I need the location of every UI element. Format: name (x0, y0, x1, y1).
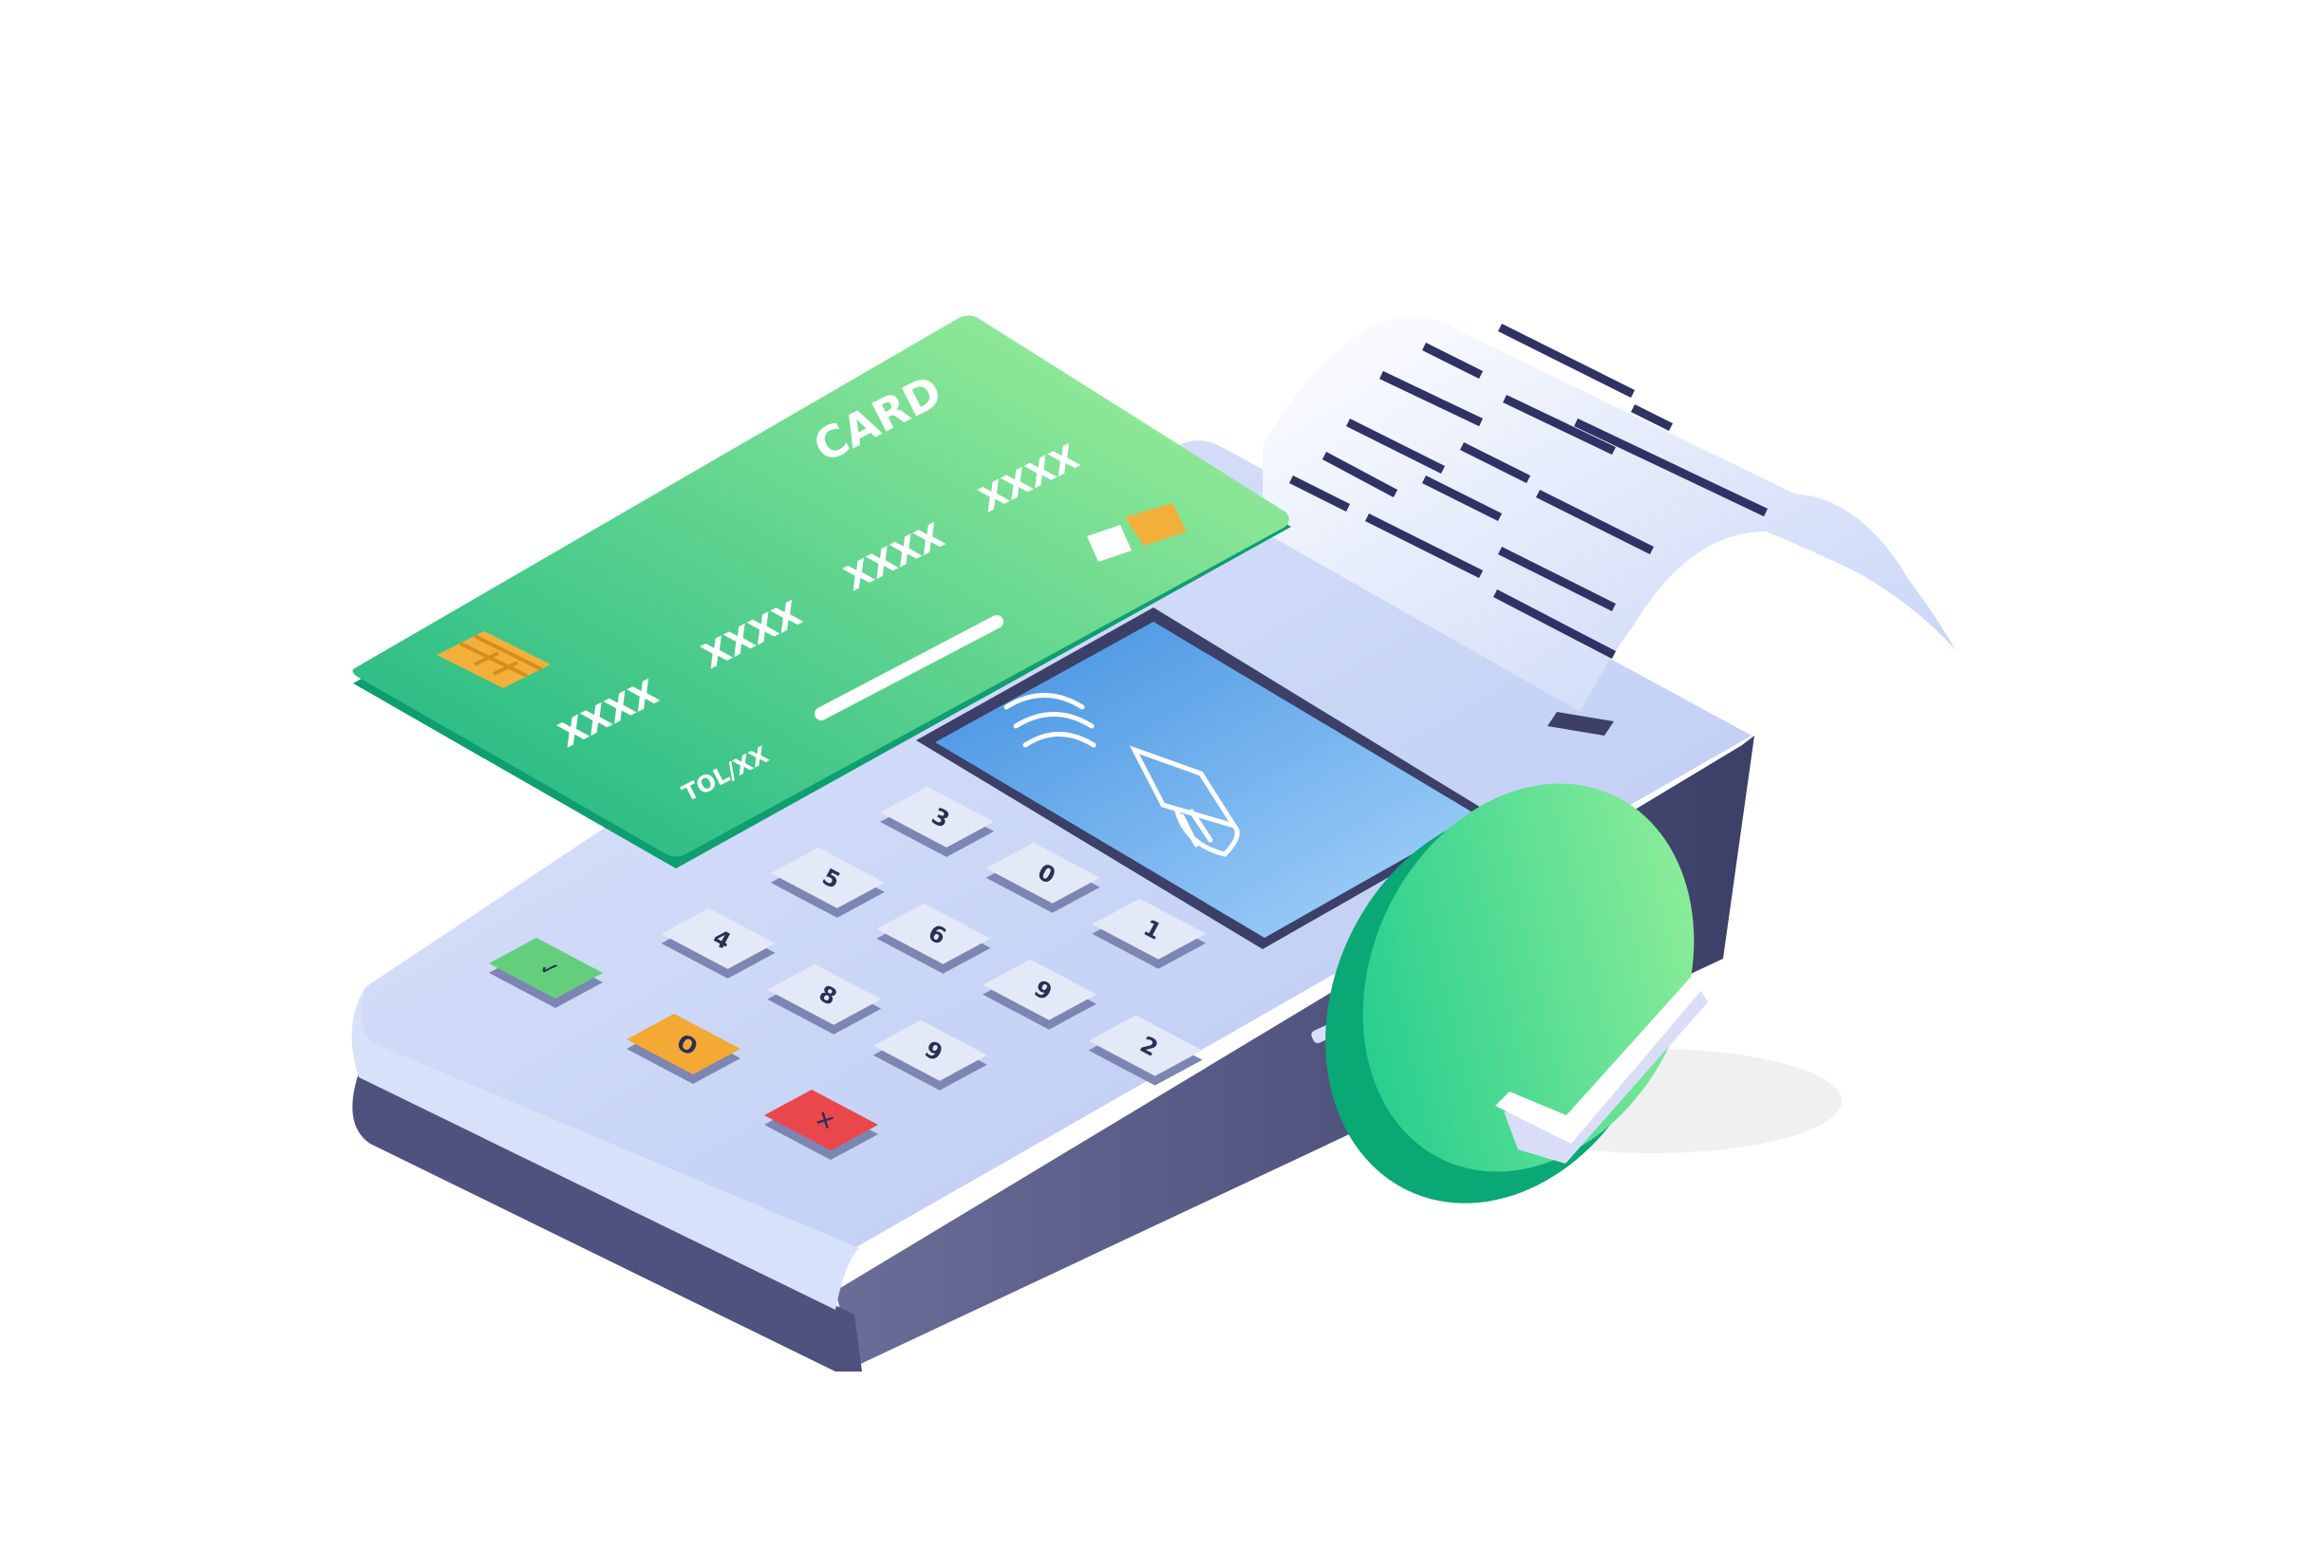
pos-illustration: 4538609912✓O✕ CARD XXXX XXXX XXXX XXXX T… (351, 315, 1956, 1372)
